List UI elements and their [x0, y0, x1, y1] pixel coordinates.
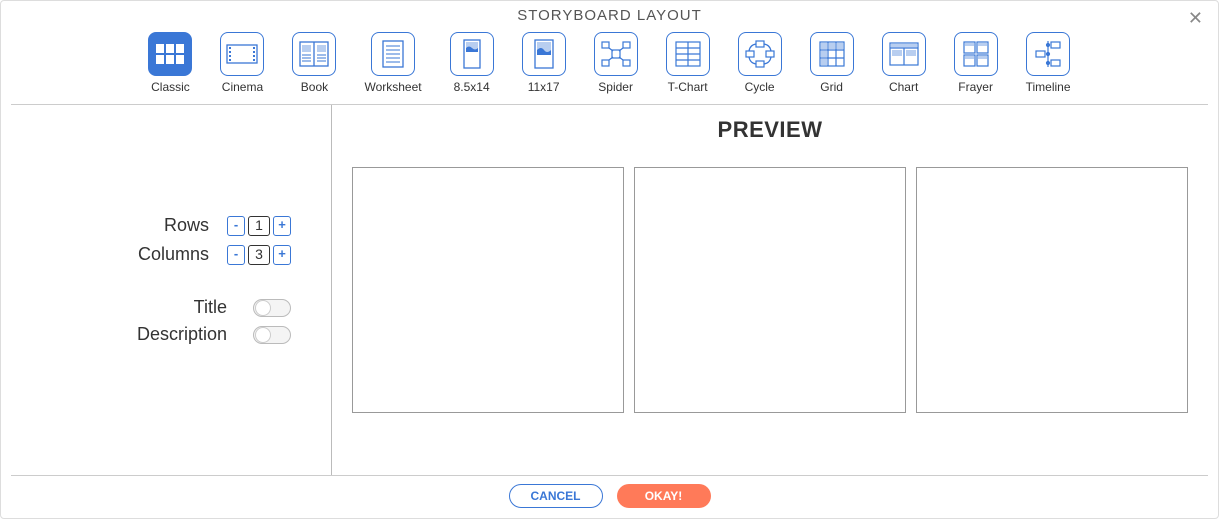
cycle-icon [738, 32, 782, 76]
okay-button[interactable]: OKAY! [617, 484, 711, 508]
columns-decrement-button[interactable]: - [227, 245, 245, 265]
frayer-icon [954, 32, 998, 76]
layout-option-cycle[interactable]: Cycle [738, 32, 782, 94]
title-toggle-label: Title [194, 297, 227, 318]
columns-increment-button[interactable]: + [273, 245, 291, 265]
cinema-icon [220, 32, 264, 76]
tabloid-icon [522, 32, 566, 76]
layout-label: Worksheet [364, 80, 421, 94]
preview-cell [634, 167, 906, 413]
preview-cell [352, 167, 624, 413]
layout-label: Classic [151, 80, 190, 94]
storyboard-layout-dialog: STORYBOARD LAYOUT ✕ Classic Cinema Book [0, 0, 1219, 519]
worksheet-icon [371, 32, 415, 76]
layout-option-11x17[interactable]: 11x17 [522, 32, 566, 94]
dialog-footer: CANCEL OKAY! [11, 475, 1208, 518]
timeline-icon [1026, 32, 1070, 76]
layout-option-spider[interactable]: Spider [594, 32, 638, 94]
layout-option-cinema[interactable]: Cinema [220, 32, 264, 94]
rows-stepper: - 1 + [227, 216, 291, 236]
description-control: Description [1, 324, 291, 345]
layout-label: 11x17 [528, 80, 560, 94]
dialog-title: STORYBOARD LAYOUT [517, 7, 702, 24]
layout-option-chart[interactable]: Chart [882, 32, 926, 94]
preview-grid [352, 167, 1188, 413]
columns-control: Columns - 3 + [1, 244, 291, 265]
layout-option-timeline[interactable]: Timeline [1026, 32, 1071, 94]
legal-icon [450, 32, 494, 76]
dialog-header: STORYBOARD LAYOUT ✕ [1, 1, 1218, 24]
controls-pane: Rows - 1 + Columns - 3 + Title [1, 105, 332, 475]
layout-option-worksheet[interactable]: Worksheet [364, 32, 421, 94]
layout-label: Cycle [745, 80, 775, 94]
title-control: Title [1, 297, 291, 318]
cancel-button[interactable]: CANCEL [509, 484, 603, 508]
layout-label: Book [301, 80, 328, 94]
classic-icon [148, 32, 192, 76]
layout-option-grid[interactable]: Grid [810, 32, 854, 94]
rows-decrement-button[interactable]: - [227, 216, 245, 236]
layout-label: Spider [598, 80, 633, 94]
layout-option-tchart[interactable]: T-Chart [666, 32, 710, 94]
layout-label: Grid [820, 80, 843, 94]
close-icon[interactable]: ✕ [1188, 9, 1204, 27]
layout-option-classic[interactable]: Classic [148, 32, 192, 94]
columns-stepper: - 3 + [227, 245, 291, 265]
grid-icon [810, 32, 854, 76]
rows-value: 1 [248, 216, 270, 236]
preview-pane: PREVIEW [332, 105, 1218, 475]
layout-option-book[interactable]: Book [292, 32, 336, 94]
tchart-icon [666, 32, 710, 76]
rows-increment-button[interactable]: + [273, 216, 291, 236]
book-icon [292, 32, 336, 76]
columns-label: Columns [138, 244, 209, 265]
layout-option-85x14[interactable]: 8.5x14 [450, 32, 494, 94]
chart-icon [882, 32, 926, 76]
layout-label: Frayer [958, 80, 993, 94]
dialog-body: Rows - 1 + Columns - 3 + Title [1, 105, 1218, 475]
rows-control: Rows - 1 + [1, 215, 291, 236]
rows-label: Rows [164, 215, 209, 236]
spider-icon [594, 32, 638, 76]
description-toggle-label: Description [137, 324, 227, 345]
title-toggle[interactable] [253, 299, 291, 317]
preview-heading: PREVIEW [352, 117, 1188, 143]
layout-option-frayer[interactable]: Frayer [954, 32, 998, 94]
layout-label: Timeline [1026, 80, 1071, 94]
layout-label: Cinema [222, 80, 263, 94]
layout-label: 8.5x14 [454, 80, 490, 94]
description-toggle[interactable] [253, 326, 291, 344]
preview-cell [916, 167, 1188, 413]
layout-label: Chart [889, 80, 918, 94]
columns-value: 3 [248, 245, 270, 265]
layout-options-row: Classic Cinema Book Worksheet 8.5x14 [11, 24, 1208, 105]
layout-label: T-Chart [668, 80, 708, 94]
